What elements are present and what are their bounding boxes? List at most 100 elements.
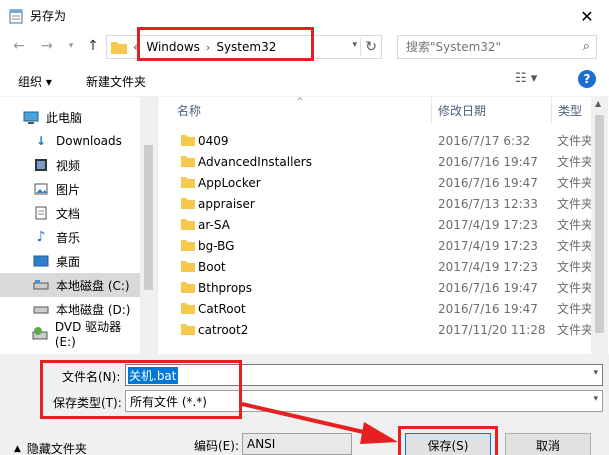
file-list: ^ 名称 修改日期 类型 0409 2016/7/17 6:32 文件夹 Adv… (159, 97, 609, 354)
file-date: 2016/7/17 6:32 (438, 133, 531, 148)
table-row[interactable]: AppLocker 2016/7/16 19:47 文件夹 (159, 172, 594, 193)
folder-icon (181, 198, 195, 209)
filename-dropdown-icon[interactable]: ▾ (593, 368, 598, 378)
file-type: 文件夹 (557, 134, 594, 148)
cancel-button[interactable]: 取消 (505, 433, 591, 455)
folder-icon (181, 282, 195, 293)
folder-icon (181, 240, 195, 251)
table-row[interactable]: CatRoot 2016/7/16 19:47 文件夹 (159, 298, 594, 319)
file-list-scrollbar[interactable]: ▲ (591, 97, 608, 354)
column-header-label: 修改日期 (438, 103, 487, 118)
computer-icon (22, 109, 40, 125)
file-date: 2017/11/20 11:28 (438, 322, 546, 337)
table-row[interactable]: ar-SA 2017/4/19 17:23 文件夹 (159, 214, 594, 235)
sidebar-item-documents[interactable]: 文档 (0, 201, 140, 225)
file-date: 2017/4/19 17:23 (438, 217, 538, 232)
desktop-icon (32, 253, 50, 269)
file-name: ar-SA (198, 217, 230, 232)
sidebar-item-drive-c[interactable]: 本地磁盘 (C:) (0, 273, 140, 297)
sidebar-item-label: 本地磁盘 (D:) (56, 302, 131, 317)
folder-icon (181, 156, 195, 167)
file-date: 2016/7/16 19:47 (438, 175, 538, 190)
scroll-up-icon[interactable]: ▲ (595, 99, 601, 108)
document-icon (32, 205, 50, 221)
file-name: AppLocker (198, 175, 261, 190)
column-header-label: 类型 (558, 103, 583, 118)
sidebar-item-label: 此电脑 (46, 110, 83, 125)
file-type: 文件夹 (557, 197, 594, 211)
close-button[interactable]: ✕ (577, 6, 597, 26)
sidebar-item-dvd[interactable]: DVD 驱动器 (E:) (0, 320, 140, 349)
sidebar-item-videos[interactable]: 视频 (0, 153, 140, 177)
file-type: 文件夹 (557, 239, 594, 253)
window-title: 另存为 (30, 9, 67, 23)
file-list-scrollbar-thumb[interactable] (595, 115, 604, 333)
file-date: 2017/4/19 17:23 (438, 238, 538, 253)
encoding-label: 编码(E): (194, 439, 239, 453)
sidebar-item-this-pc[interactable]: 此电脑 (0, 105, 140, 129)
sidebar-item-downloads[interactable]: ↓ Downloads (0, 129, 140, 153)
command-toolbar: 组织 ▾ 新建文件夹 ☷ ▾ ? (0, 63, 609, 97)
sidebar-item-pictures[interactable]: 图片 (0, 177, 140, 201)
save-highlight-annotation (398, 426, 498, 455)
table-row[interactable]: 0409 2016/7/17 6:32 文件夹 (159, 130, 594, 151)
help-icon[interactable]: ? (578, 70, 596, 88)
view-options-icon[interactable]: ☷ ▾ (515, 71, 537, 86)
column-header-name[interactable]: 名称 (177, 97, 429, 123)
file-name: Bthprops (198, 280, 253, 295)
file-type: 文件夹 (557, 218, 594, 232)
sidebar-item-label: 视频 (56, 158, 81, 173)
file-type: 文件夹 (557, 281, 594, 295)
file-type: 文件夹 (557, 302, 594, 316)
hide-folders-toggle[interactable]: ▲ 隐藏文件夹 (14, 440, 87, 455)
table-row[interactable]: Bthprops 2016/7/16 19:47 文件夹 (159, 277, 594, 298)
sidebar-scrollbar[interactable] (140, 97, 157, 354)
file-name: CatRoot (198, 301, 246, 316)
navigation-pane: 此电脑 ↓ Downloads 视频 图片 文档 ♪ 音乐 桌面 本地磁盘 (C… (0, 97, 158, 354)
annotation-arrow-icon (241, 402, 398, 444)
up-arrow-icon[interactable]: ↑ (84, 37, 102, 55)
file-type: 文件夹 (557, 176, 594, 190)
recent-dropdown-icon[interactable]: ▾ (62, 37, 80, 55)
address-dropdown-icon[interactable]: ▾ (352, 40, 357, 50)
folder-icon (181, 219, 195, 230)
organize-menu[interactable]: 组织 ▾ (18, 73, 52, 90)
folder-icon (181, 135, 195, 146)
file-date: 2016/7/16 19:47 (438, 301, 538, 316)
table-row[interactable]: bg-BG 2017/4/19 17:23 文件夹 (159, 235, 594, 256)
new-folder-button[interactable]: 新建文件夹 (86, 73, 146, 90)
search-box[interactable]: ⌕ (397, 35, 597, 59)
table-row[interactable]: catroot2 2017/11/20 11:28 文件夹 (159, 319, 594, 340)
sidebar-item-label: 音乐 (56, 230, 81, 245)
file-type: 文件夹 (557, 323, 594, 337)
sidebar-item-desktop[interactable]: 桌面 (0, 249, 140, 273)
folder-icon (181, 261, 195, 272)
file-name: AdvancedInstallers (198, 154, 312, 169)
dvd-icon (32, 325, 49, 341)
file-date: 2016/7/16 19:47 (438, 154, 538, 169)
table-row[interactable]: AdvancedInstallers 2016/7/16 19:47 文件夹 (159, 151, 594, 172)
file-name: 0409 (198, 133, 229, 148)
notepad-icon (9, 9, 23, 23)
file-name: Boot (198, 259, 226, 274)
file-type: 文件夹 (557, 155, 594, 169)
file-name: bg-BG (198, 238, 235, 253)
hide-folders-label: 隐藏文件夹 (26, 442, 87, 455)
chevron-up-icon: ▲ (14, 443, 21, 454)
sidebar-item-label: 图片 (56, 182, 81, 197)
refresh-icon[interactable]: ↻ (360, 38, 377, 56)
table-row[interactable]: Boot 2017/4/19 17:23 文件夹 (159, 256, 593, 277)
sidebar-item-music[interactable]: ♪ 音乐 (0, 225, 140, 249)
filetype-dropdown-icon[interactable]: ▾ (593, 394, 598, 404)
column-header-date[interactable]: 修改日期 (431, 97, 551, 123)
search-input[interactable] (406, 40, 576, 54)
sidebar-item-label: Downloads (56, 134, 122, 148)
form-highlight-annotation (40, 360, 242, 419)
table-row[interactable]: appraiser 2016/7/13 12:33 文件夹 (159, 193, 594, 214)
sidebar-scrollbar-thumb[interactable] (144, 145, 153, 290)
back-arrow-icon[interactable]: ← (10, 37, 28, 55)
forward-arrow-icon[interactable]: → (38, 37, 56, 55)
file-date: 2016/7/16 19:47 (438, 280, 538, 295)
sidebar-item-label: 桌面 (56, 254, 81, 269)
search-icon: ⌕ (582, 39, 590, 54)
